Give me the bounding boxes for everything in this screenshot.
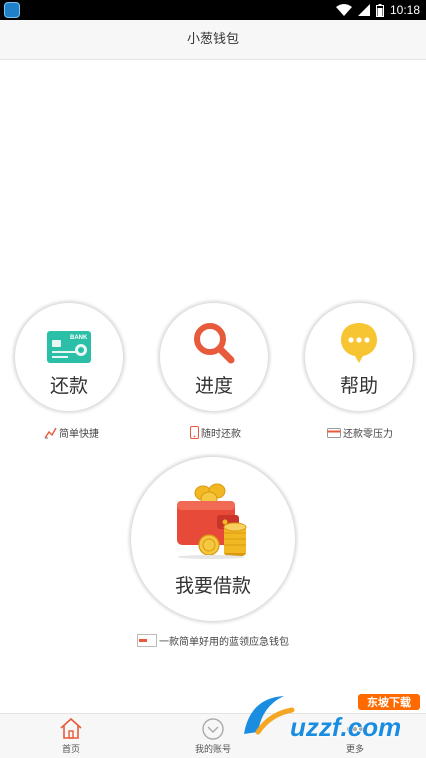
tab-home[interactable]: 首页 (21, 714, 121, 758)
borrow-button[interactable]: 我要借款 (131, 457, 295, 621)
watermark-tag: 东坡下载 (367, 695, 411, 709)
hint-no-pressure: 还款零压力 (327, 425, 393, 440)
slogan: 一款简单好用的蓝领应急钱包 (0, 633, 426, 648)
watermark-brand: uzzf.com (290, 712, 401, 742)
tab-home-label: 首页 (61, 745, 80, 755)
progress-button[interactable]: 进度 (160, 303, 268, 411)
status-bar: 10:18 (0, 0, 426, 20)
progress-label: 进度 (194, 375, 233, 397)
hint-anytime-repay: 随时还款 (190, 425, 241, 440)
signal-icon (357, 4, 370, 16)
borrow-label: 我要借款 (174, 575, 251, 597)
magnifier-icon (194, 323, 235, 364)
app-notification-icon (4, 2, 20, 18)
hint-text: 随时还款 (201, 429, 241, 440)
hint-text: 还款零压力 (343, 429, 393, 440)
hint-simple-fast: 简单快捷 (44, 425, 99, 440)
card-icon (137, 634, 157, 647)
bank-card-icon: BANK (47, 331, 91, 363)
watermark-graphic: 东坡下载 uzzf.com (244, 694, 420, 743)
watermark-logo: 东坡下载 uzzf.com (240, 688, 426, 744)
home-icon (60, 717, 82, 739)
system-indicators: 10:18 (335, 2, 420, 18)
card-icon (327, 427, 341, 438)
page-title-bar: 小葱钱包 (0, 20, 426, 60)
trend-line-icon (44, 427, 57, 438)
svg-text:BANK: BANK (70, 335, 88, 341)
repay-label: 还款 (49, 375, 88, 397)
help-button[interactable]: 帮助 (305, 303, 413, 411)
hint-text: 简单快捷 (59, 429, 99, 440)
slogan-text: 一款简单好用的蓝领应急钱包 (159, 637, 289, 648)
wallet-coins-icon (177, 483, 247, 559)
battery-icon (375, 3, 384, 17)
help-label: 帮助 (339, 375, 378, 397)
page-title: 小葱钱包 (186, 32, 239, 47)
wifi-icon (335, 4, 352, 16)
phone-icon (190, 426, 199, 439)
clock-time: 10:18 (389, 3, 420, 17)
chat-bubble-icon (341, 323, 377, 363)
account-icon (202, 718, 224, 740)
repay-button[interactable]: BANK 还款 (15, 303, 123, 411)
